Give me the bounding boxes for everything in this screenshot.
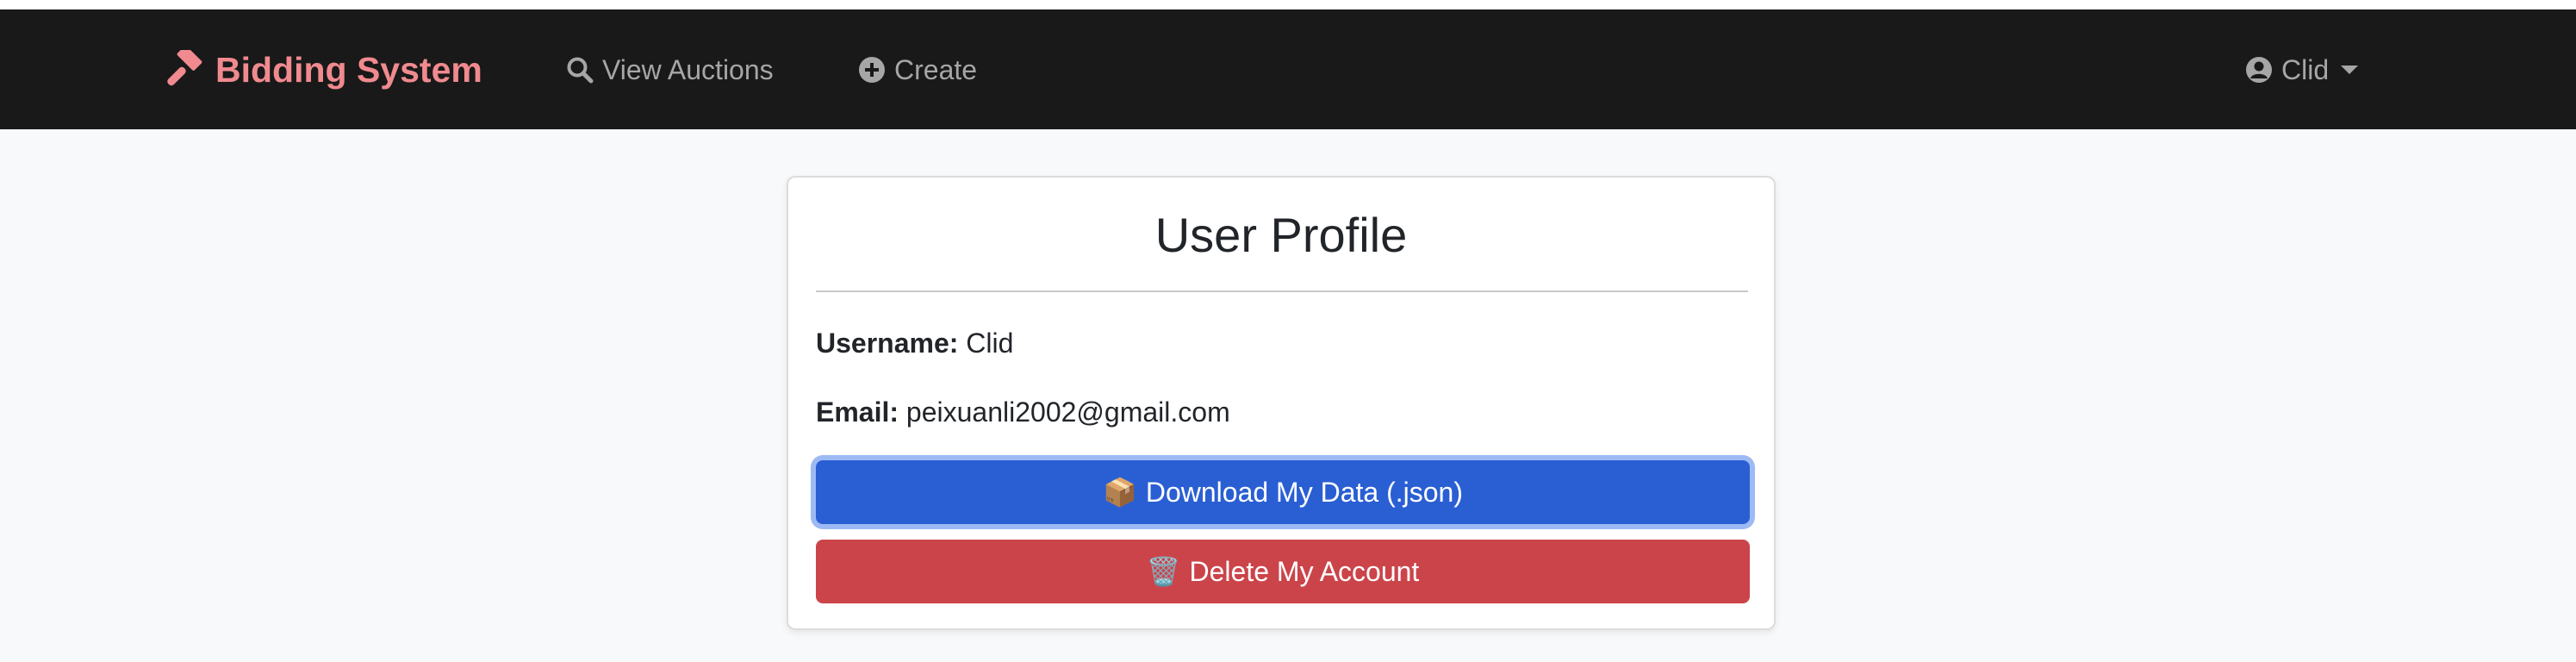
brand-label: Bidding System: [215, 49, 482, 90]
username-value: Clid: [966, 328, 1014, 359]
user-menu-dropdown[interactable]: Clid: [2245, 53, 2359, 87]
user-circle-icon: [2246, 57, 2272, 83]
nav-view-auctions-label: View Auctions: [602, 53, 774, 85]
user-profile-card: User Profile Username: Clid Email: peixu…: [787, 176, 1776, 630]
nav-create[interactable]: Create: [858, 53, 977, 87]
delete-account-label: Delete My Account: [1189, 555, 1420, 587]
window-top-strip: [0, 0, 2576, 9]
email-row: Email: peixuanli2002@gmail.com: [816, 397, 1230, 428]
top-navbar: Bidding System View Auctions Create Clid: [0, 9, 2576, 129]
download-data-button[interactable]: 📦 Download My Data (.json): [816, 460, 1750, 524]
nav-view-auctions[interactable]: View Auctions: [566, 53, 774, 87]
title-divider: [816, 290, 1748, 292]
user-menu-label: Clid: [2281, 53, 2330, 85]
gavel-icon: [167, 50, 202, 86]
trash-icon: 🗑️: [1146, 555, 1181, 588]
package-icon: 📦: [1103, 476, 1137, 509]
username-label: Username:: [816, 328, 959, 359]
download-data-label: Download My Data (.json): [1145, 476, 1463, 508]
page-title: User Profile: [1154, 208, 1408, 262]
email-label: Email:: [816, 397, 899, 428]
email-value: peixuanli2002@gmail.com: [905, 397, 1230, 428]
brand-link[interactable]: Bidding System: [164, 50, 482, 90]
chevron-down-icon: [2341, 66, 2359, 74]
username-row: Username: Clid: [816, 328, 1013, 359]
plus-circle-icon: [859, 57, 885, 83]
nav-create-label: Create: [894, 53, 978, 85]
search-icon: [567, 57, 594, 84]
delete-account-button[interactable]: 🗑️ Delete My Account: [816, 540, 1750, 603]
